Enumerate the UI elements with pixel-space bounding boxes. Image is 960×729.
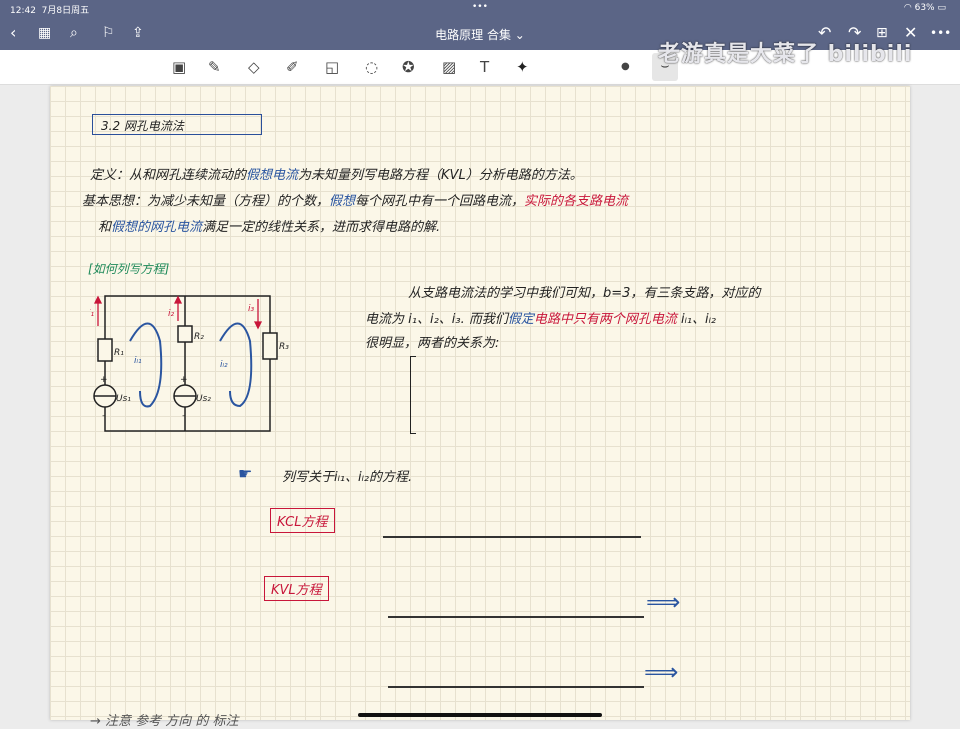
note-page[interactable]: 3.2 网孔电流法 定义：从和网孔连续流动的假想电流为未知量列写电路方程（KVL… [50,86,910,729]
label-r2: R₂ [194,332,204,342]
kvl-answer-line-2 [388,686,644,688]
circuit-diagram: i₁ i₂ i₃ R₁ R₂ R₃ iₗ₁ iₗ₂ Us₁ Us₂ + + - … [90,295,289,432]
pointing-hand-icon: ☛ [238,464,253,483]
pen-size-dot[interactable]: ● [621,61,630,72]
label-r1: R₁ [114,348,124,358]
implies-arrow-2: ⟹ [644,658,679,686]
idea-line-2: 和假想的网孔电流满足一定的线性关系，进而求得电路的解. [98,220,441,235]
highlighter-icon[interactable]: ✐ [286,58,299,76]
laser-pointer-icon[interactable]: ✦ [516,58,529,76]
kvl-answer-line-1 [388,616,644,618]
resistor-r3 [262,332,278,360]
status-time: 12:42 7月8日周五 [10,6,90,16]
sticker-icon[interactable]: ✪ [402,58,415,76]
home-indicator[interactable] [358,713,602,717]
label-i2: i₂ [168,309,175,319]
brace [410,356,416,434]
label-il1: iₗ₁ [134,356,142,366]
label-us1: Us₁ [116,394,131,404]
label-us2: Us₂ [196,394,211,404]
kvl-label: KVL方程 [264,576,329,601]
label-r3: R₃ [279,342,289,352]
lasso-icon[interactable]: ◌ [365,58,378,76]
kcl-answer-line [383,536,641,538]
idea-line: 基本思想：为减少未知量（方程）的个数，假想每个网孔中有一个回路电流，实际的各支路… [82,194,629,209]
label-i1: i₁ [90,309,95,319]
definition-line: 定义：从和网孔连续流动的假想电流为未知量列写电路方程（KVL）分析电路的方法。 [90,168,583,183]
minus-1: - [102,411,105,421]
pen-icon[interactable]: ✎ [208,58,221,76]
more-icon[interactable]: ••• [930,26,951,40]
kcl-label: KCL方程 [270,508,335,533]
watermark: 老游真是大菜了 bilibili [658,42,913,67]
plus-1: + [100,375,108,385]
example-heading: [如何列写方程] [88,262,170,276]
resistor-r2 [177,325,193,343]
pointer-text: 列写关于iₗ₁、iₗ₂的方程. [282,470,413,485]
paragraph-line-1: 从支路电流法的学习中我们可知，b=3，有三条支路，对应的 [408,286,761,301]
text-icon[interactable]: T [480,58,489,76]
lasso-shape-icon[interactable]: ▣ [172,58,186,76]
resistor-r1 [97,338,113,362]
label-i3: i₃ [248,304,255,314]
circuit-wire [104,295,271,432]
shapes-icon[interactable]: ◱ [325,58,339,76]
eraser-icon[interactable]: ◇ [248,58,260,76]
label-il2: iₗ₂ [220,360,228,370]
image-icon[interactable]: ▨ [442,58,456,76]
status-bar: 12:42 7月8日周五 ••• ◠ 63% ▭ [0,0,960,18]
multitask-dots[interactable]: ••• [472,2,488,12]
battery: ◠ 63% ▭ [903,3,946,13]
paragraph-line-2: 电流为 i₁、i₂、i₃. 而我们假定电路中只有两个网孔电流 iₗ₁、iₗ₂ [365,312,717,327]
implies-arrow-1: ⟹ [646,588,681,616]
plus-2: + [180,375,188,385]
minus-2: - [182,411,185,421]
paragraph-line-3: 很明显，两者的关系为: [365,336,500,351]
section-title: 3.2 网孔电流法 [92,114,262,135]
